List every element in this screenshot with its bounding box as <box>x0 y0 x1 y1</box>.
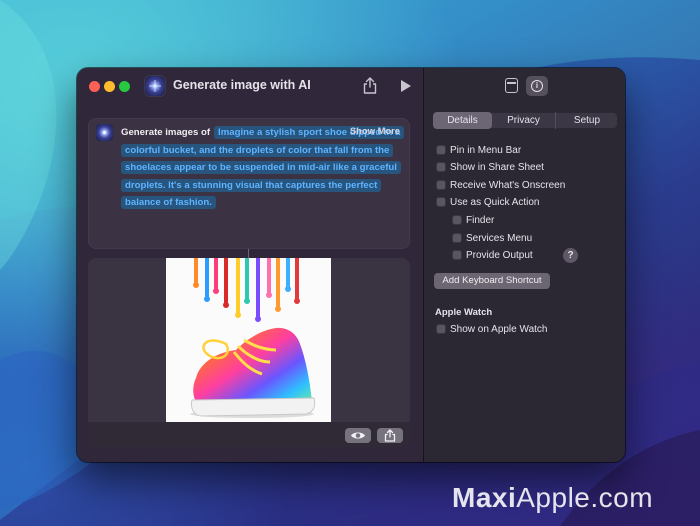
pin-menu-bar-checkbox[interactable] <box>436 145 446 155</box>
close-window-button[interactable] <box>89 81 100 92</box>
info-button[interactable]: i <box>526 76 548 96</box>
tab-privacy[interactable]: Privacy <box>492 112 556 129</box>
action-text: Generate images of Imagine a stylish spor… <box>121 124 405 212</box>
finder-label: Finder <box>466 215 495 226</box>
prompt-token[interactable]: Imagine a stylish sport shoe dipped in a… <box>121 126 405 210</box>
tab-details[interactable]: Details <box>433 112 492 129</box>
tab-setup[interactable]: Setup <box>556 112 618 129</box>
receive-onscreen-checkbox[interactable] <box>436 180 446 190</box>
add-keyboard-shortcut-button[interactable]: Add Keyboard Shortcut <box>434 273 550 289</box>
shortcut-icon[interactable] <box>145 76 165 96</box>
share-sheet-label: Show in Share Sheet <box>450 162 544 173</box>
services-menu-label: Services Menu <box>466 233 533 244</box>
help-button[interactable]: ? <box>563 248 578 263</box>
result-toolbar <box>88 422 410 447</box>
run-play-icon[interactable] <box>401 80 411 92</box>
receive-onscreen-label: Receive What's Onscreen <box>450 180 566 191</box>
generate-images-action[interactable]: Generate images of Imagine a stylish spor… <box>88 118 410 249</box>
provide-output-checkbox[interactable] <box>452 250 462 260</box>
inspector-toolbar: i <box>424 68 625 104</box>
quick-action-label: Use as Quick Action <box>450 197 540 208</box>
services-menu-checkbox[interactable] <box>452 233 462 243</box>
details-segmented-control: Details Privacy Setup <box>432 112 618 129</box>
eye-icon <box>351 432 365 439</box>
finder-checkbox[interactable] <box>452 215 462 225</box>
info-icon: i <box>531 80 543 92</box>
apple-watch-checkbox[interactable] <box>436 324 446 334</box>
shortcut-details-pane: i Details Privacy Setup Pin in Menu Bar … <box>423 68 625 462</box>
action-icon <box>96 124 113 141</box>
library-icon[interactable] <box>505 78 518 93</box>
zoom-window-button[interactable] <box>119 81 130 92</box>
result-preview <box>88 258 410 447</box>
share-result-button[interactable] <box>377 428 403 443</box>
quick-action-checkbox[interactable] <box>436 197 446 207</box>
editor-pane: Generate image with AI Generate images o… <box>77 68 423 462</box>
window-title: Generate image with AI <box>173 78 311 92</box>
flow-connector <box>248 249 249 258</box>
apple-watch-label: Show on Apple Watch <box>450 324 548 335</box>
action-label: Generate images of <box>121 127 211 138</box>
watermark: MaxiApple.com <box>452 482 653 514</box>
share-sheet-checkbox[interactable] <box>436 162 446 172</box>
show-more-button[interactable]: Show More <box>350 125 400 136</box>
share-icon <box>384 429 396 442</box>
provide-output-label: Provide Output <box>466 250 533 261</box>
share-icon[interactable] <box>363 77 377 94</box>
watermark-part-2: Apple.com <box>516 482 654 513</box>
title-bar: Generate image with AI <box>77 68 423 104</box>
watermark-part-1: Maxi <box>452 482 517 513</box>
shortcuts-window: Generate image with AI Generate images o… <box>77 68 625 462</box>
pin-menu-bar-label: Pin in Menu Bar <box>450 145 522 156</box>
apple-watch-section-title: Apple Watch <box>435 307 493 318</box>
quick-look-button[interactable] <box>345 428 371 443</box>
minimize-window-button[interactable] <box>104 81 115 92</box>
generated-shoe-image <box>166 258 331 422</box>
